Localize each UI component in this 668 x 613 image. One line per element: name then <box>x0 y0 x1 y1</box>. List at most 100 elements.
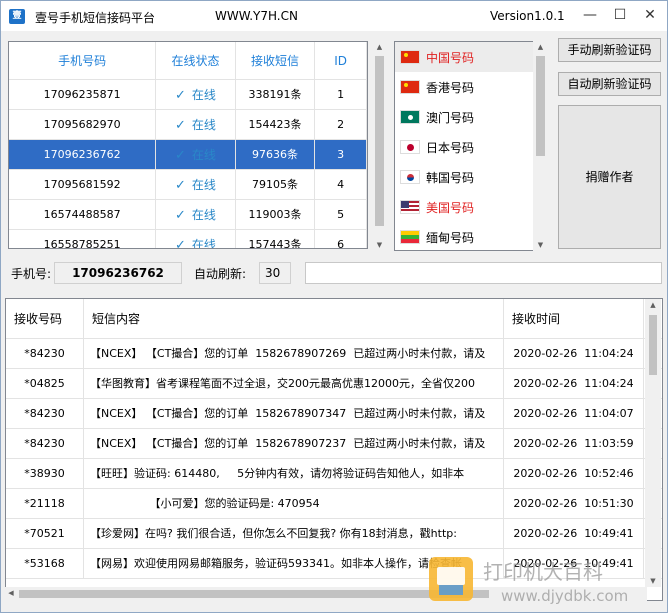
auto-refresh-label: 自动刷新: <box>194 267 247 281</box>
phone-field[interactable]: 17096236762 <box>54 262 182 284</box>
country-item[interactable]: 缅甸号码 <box>395 222 547 250</box>
country-label: 美国号码 <box>426 200 475 215</box>
scroll-up-icon[interactable]: ▲ <box>533 43 548 51</box>
donate-button[interactable]: 捐赠作者 <box>558 105 661 249</box>
table-header: 接收号码 短信内容 接收时间 <box>6 299 662 339</box>
online-status: 在线 <box>191 148 216 162</box>
flag-mm-icon <box>400 230 420 244</box>
table-row[interactable]: 17096235871 ✓ 在线 338191条 1 <box>9 80 367 110</box>
phone-number-table: 手机号码 在线状态 接收短信 ID 17096235871 ✓ 在线 338191条 1… <box>8 41 368 249</box>
scroll-thumb[interactable] <box>649 315 657 375</box>
sender-cell: *38930 <box>6 459 84 488</box>
time-cell: 2020-02-26 11:04:24 <box>504 339 644 368</box>
online-status: 在线 <box>191 178 216 192</box>
flag-cn-icon <box>400 50 420 64</box>
column-header[interactable]: 短信内容 <box>84 299 504 338</box>
table-row[interactable]: *21118 【小可爱】您的验证码是: 470954 2020-02-26 10:… <box>6 489 662 519</box>
sender-cell: *70521 <box>6 519 84 548</box>
content-cell: 【NCEX】 【CT撮合】您的订单 1582678907237 已超过两小时未付… <box>84 429 504 458</box>
table-row[interactable]: 16574488587 ✓ 在线 119003条 5 <box>9 200 367 230</box>
sms-count-cell: 119003条 <box>236 200 316 229</box>
sender-cell: *53168 <box>6 549 84 578</box>
column-header[interactable]: 接收号码 <box>6 299 84 338</box>
phone-cell: 17096235871 <box>9 80 157 109</box>
content-cell: 【NCEX】 【CT撮合】您的订单 1582678907347 已超过两小时未付… <box>84 399 504 428</box>
svg-text:www.djydbk.com: www.djydbk.com <box>501 587 628 605</box>
title-bar: 壹 壹号手机短信接码平台 WWW.Y7H.CN Version1.0.1 — ☐… <box>1 1 667 31</box>
phone-cell: 16574488587 <box>9 200 157 229</box>
column-header[interactable]: 接收短信 <box>236 42 316 79</box>
flag-us-icon <box>400 200 420 214</box>
id-cell: 5 <box>315 200 367 229</box>
time-cell: 2020-02-26 11:04:24 <box>504 369 644 398</box>
status-cell: ✓ 在线 <box>156 170 236 199</box>
column-header[interactable]: ID <box>315 42 367 79</box>
scroll-up-icon[interactable]: ▲ <box>371 43 388 51</box>
table-row[interactable]: *84230 【NCEX】 【CT撮合】您的订单 1582678907347 已超… <box>6 399 662 429</box>
column-header[interactable]: 接收时间 <box>504 299 644 338</box>
sender-cell: *84230 <box>6 429 84 458</box>
country-label: 香港号码 <box>426 80 475 95</box>
sms-count-cell: 154423条 <box>236 110 316 139</box>
scroll-up-icon[interactable]: ▲ <box>645 301 661 309</box>
time-cell: 2020-02-26 10:49:41 <box>504 519 644 548</box>
column-header[interactable]: 手机号码 <box>9 42 157 79</box>
country-item[interactable]: 中国号码 <box>395 42 547 72</box>
flag-mo-icon <box>400 110 420 124</box>
table-scrollbar[interactable]: ▲ ▼ <box>371 41 388 251</box>
sms-scrollbar[interactable]: ▲ ▼ <box>645 299 661 587</box>
sms-count-cell: 157443条 <box>236 230 316 248</box>
scroll-thumb[interactable] <box>536 56 545 156</box>
online-status: 在线 <box>191 88 216 102</box>
table-row[interactable]: 17095682970 ✓ 在线 154423条 2 <box>9 110 367 140</box>
table-row[interactable]: *84230 【NCEX】 【CT撮合】您的订单 1582678907269 已超… <box>6 339 662 369</box>
country-item[interactable]: 日本号码 <box>395 132 547 162</box>
auto-refresh-button[interactable]: 自动刷新验证码 <box>558 72 661 96</box>
site-url: WWW.Y7H.CN <box>215 9 298 23</box>
check-icon: ✓ <box>174 238 186 249</box>
status-cell: ✓ 在线 <box>156 200 236 229</box>
auto-refresh-interval-field[interactable]: 30 <box>259 262 291 284</box>
scroll-thumb[interactable] <box>375 56 384 226</box>
scroll-down-icon[interactable]: ▼ <box>371 241 388 249</box>
check-icon: ✓ <box>174 208 186 223</box>
country-label: 日本号码 <box>426 140 475 155</box>
country-label: 澳门号码 <box>426 110 475 125</box>
close-button[interactable]: ✕ <box>639 5 661 25</box>
table-row[interactable]: 17095681592 ✓ 在线 79105条 4 <box>9 170 367 200</box>
table-row[interactable]: 17096236762 ✓ 在线 97636条 3 <box>9 140 367 170</box>
time-cell: 2020-02-26 10:51:30 <box>504 489 644 518</box>
table-row[interactable]: *04825 【华图教育】省考课程笔面不过全退，交200元最高优惠12000元，全… <box>6 369 662 399</box>
table-body: *84230 【NCEX】 【CT撮合】您的订单 1582678907269 已超… <box>6 339 662 579</box>
country-item[interactable]: 韩国号码 <box>395 162 547 192</box>
country-label: 韩国号码 <box>426 170 475 185</box>
flag-jp-icon <box>400 140 420 154</box>
scroll-left-icon[interactable]: ◀ <box>5 589 17 597</box>
app-title: 壹号手机短信接码平台 <box>35 11 156 25</box>
scroll-thumb[interactable] <box>19 590 489 598</box>
country-item[interactable]: 澳门号码 <box>395 102 547 132</box>
table-row[interactable]: 16558785251 ✓ 在线 157443条 6 <box>9 230 367 249</box>
version-label: Version1.0.1 <box>490 9 565 23</box>
country-scrollbar[interactable]: ▲ ▼ <box>533 41 548 251</box>
flag-kr-icon <box>400 170 420 184</box>
maximize-button[interactable]: ☐ <box>609 5 631 25</box>
table-row[interactable]: *84230 【NCEX】 【CT撮合】您的订单 1582678907237 已超… <box>6 429 662 459</box>
id-cell: 6 <box>315 230 367 248</box>
minimize-button[interactable]: — <box>579 5 601 25</box>
table-body: 17096235871 ✓ 在线 338191条 1 17095682970 ✓ 在线 1544… <box>9 80 367 249</box>
status-field <box>305 262 662 284</box>
content-cell: 【旺旺】验证码: 614480, 5分钟内有效，请勿将验证码告知他人，如非本 <box>84 459 504 488</box>
column-header[interactable]: 在线状态 <box>156 42 236 79</box>
country-label: 中国号码 <box>426 50 475 65</box>
manual-refresh-button[interactable]: 手动刷新验证码 <box>558 38 661 62</box>
table-row[interactable]: *70521 【珍爱网】在吗? 我们很合适，但你怎么不回复我? 你有18封消息，戳… <box>6 519 662 549</box>
sms-count-cell: 338191条 <box>236 80 316 109</box>
country-item[interactable]: 香港号码 <box>395 72 547 102</box>
table-row[interactable]: *38930 【旺旺】验证码: 614480, 5分钟内有效，请勿将验证码告知他人… <box>6 459 662 489</box>
time-cell: 2020-02-26 11:04:07 <box>504 399 644 428</box>
country-item[interactable]: 美国号码 <box>395 192 547 222</box>
sms-count-cell: 97636条 <box>236 140 316 169</box>
content-cell: 【珍爱网】在吗? 我们很合适，但你怎么不回复我? 你有18封消息，戳http: <box>84 519 504 548</box>
scroll-down-icon[interactable]: ▼ <box>533 241 548 249</box>
